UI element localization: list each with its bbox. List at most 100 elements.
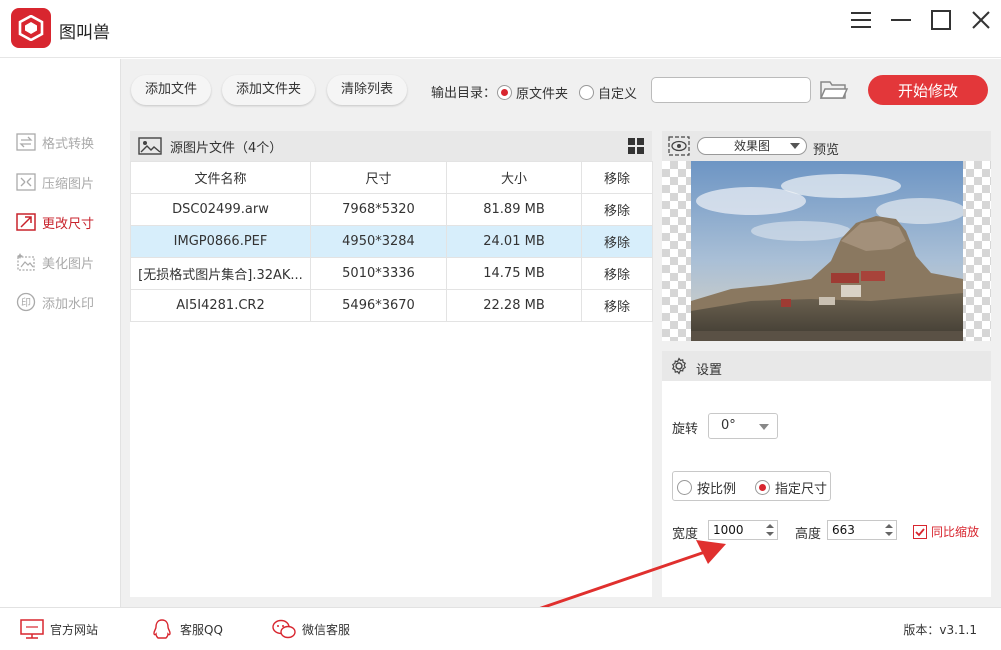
compress-icon: [16, 173, 36, 191]
file-list-panel: 源图片文件（4个） 文件名称 尺寸 大小 移除 DSC02499.arw 796…: [130, 131, 653, 597]
table-row[interactable]: [无损格式图片集合].32AK... 5010*3336 14.75 MB 移除: [130, 257, 653, 290]
checkbox-checked-icon: [913, 524, 927, 539]
table-row[interactable]: AI5I4281.CR2 5496*3670 22.28 MB 移除: [130, 289, 653, 322]
title-bar: 图叫兽: [0, 0, 1001, 58]
radio-label: 原文件夹: [516, 87, 569, 102]
website-label: 官方网站: [50, 622, 99, 637]
file-name: [无损格式图片集合].32AK...: [130, 257, 311, 290]
file-table: 文件名称 尺寸 大小 移除 DSC02499.arw 7968*5320 81.…: [130, 161, 653, 322]
col-header-size: 大小: [446, 161, 582, 194]
maximize-icon[interactable]: [923, 8, 959, 32]
file-dimensions: 5496*3670: [310, 289, 447, 322]
sidebar: 格式转换 压缩图片 更改尺寸 美化图片 印 添加水印: [0, 59, 121, 607]
keep-ratio-checkbox[interactable]: 同比缩放: [913, 523, 979, 540]
chevron-down-icon: [759, 424, 769, 430]
sidebar-item-watermark[interactable]: 印 添加水印: [16, 290, 116, 314]
remove-link[interactable]: 移除: [581, 225, 653, 258]
preview-mode-select[interactable]: 效果图: [697, 137, 807, 155]
rotate-label: 旋转: [672, 422, 699, 437]
wechat-support-link[interactable]: 微信客服: [272, 619, 350, 639]
remove-link[interactable]: 移除: [581, 193, 653, 226]
sidebar-item-label: 添加水印: [42, 296, 95, 312]
settings-title: 设置: [696, 363, 723, 378]
radio-original-folder[interactable]: 原文件夹: [497, 83, 568, 102]
preview-panel: 效果图 预览: [662, 131, 991, 341]
open-folder-icon[interactable]: [819, 78, 849, 102]
beautify-icon: [17, 253, 35, 271]
eye-icon: [668, 136, 690, 156]
remove-link[interactable]: 移除: [581, 289, 653, 322]
radio-dot: [677, 480, 692, 495]
stepper-arrows-icon[interactable]: [765, 522, 775, 538]
menu-icon[interactable]: [843, 8, 879, 32]
radio-dot: [497, 85, 512, 100]
stepper-arrows-icon[interactable]: [884, 522, 894, 538]
height-input[interactable]: [828, 521, 882, 539]
app-logo-icon: [11, 8, 51, 48]
sidebar-item-format-convert[interactable]: 格式转换: [16, 130, 116, 154]
table-row[interactable]: DSC02499.arw 7968*5320 81.89 MB 移除: [130, 193, 653, 226]
resize-mode-group: 按比例 指定尺寸: [672, 471, 831, 501]
preview-label: 预览: [813, 143, 840, 158]
output-dir-label: 输出目录：: [431, 86, 497, 101]
sidebar-item-label: 美化图片: [42, 256, 95, 272]
app-title: 图叫兽: [59, 23, 110, 43]
radio-dot: [755, 480, 770, 495]
add-folder-button[interactable]: 添加文件夹: [222, 75, 316, 105]
monitor-icon: [20, 619, 44, 639]
table-row[interactable]: IMGP0866.PEF 4950*3284 24.01 MB 移除: [130, 225, 653, 258]
chevron-down-icon: [790, 143, 800, 149]
resize-icon: [16, 213, 36, 231]
width-label: 宽度: [672, 527, 699, 542]
checkbox-label: 同比缩放: [931, 525, 980, 539]
grid-view-icon[interactable]: [628, 138, 644, 154]
radio-label: 指定尺寸: [775, 482, 828, 497]
swap-icon: [16, 133, 36, 151]
sidebar-item-resize[interactable]: 更改尺寸: [16, 210, 116, 234]
radio-label: 按比例: [697, 482, 737, 497]
image-icon: [138, 137, 162, 155]
file-size: 24.01 MB: [446, 225, 582, 258]
settings-header: 设置: [662, 351, 991, 381]
radio-specified-size[interactable]: 指定尺寸: [755, 478, 827, 497]
rotate-select[interactable]: 0°: [708, 413, 778, 439]
file-dimensions: 7968*5320: [310, 193, 447, 226]
radio-dot: [579, 85, 594, 100]
preview-header: 效果图 预览: [662, 131, 991, 161]
start-modify-button[interactable]: 开始修改: [868, 75, 988, 105]
qq-label: 客服QQ: [180, 622, 223, 637]
close-icon[interactable]: [963, 8, 999, 32]
file-size: 81.89 MB: [446, 193, 582, 226]
sidebar-item-label: 更改尺寸: [42, 216, 95, 232]
radio-custom-folder[interactable]: 自定义: [579, 83, 637, 102]
sidebar-item-beautify[interactable]: 美化图片: [16, 250, 116, 274]
col-header-remove: 移除: [581, 161, 653, 194]
gear-icon: [672, 357, 686, 375]
watermark-icon: 印: [16, 292, 36, 312]
minimize-icon[interactable]: [883, 8, 919, 32]
add-file-button[interactable]: 添加文件: [131, 75, 212, 105]
width-input[interactable]: [709, 521, 763, 539]
file-name: AI5I4281.CR2: [130, 289, 311, 322]
height-stepper[interactable]: [827, 520, 897, 540]
wechat-label: 微信客服: [302, 622, 351, 637]
file-list-title: 源图片文件（4个）: [170, 140, 283, 156]
radio-by-ratio[interactable]: 按比例: [677, 478, 736, 497]
official-website-link[interactable]: 官方网站: [20, 619, 98, 639]
col-header-name: 文件名称: [130, 161, 311, 194]
file-dimensions: 4950*3284: [310, 225, 447, 258]
support-qq-link[interactable]: 客服QQ: [150, 619, 223, 639]
status-bar: 官方网站 客服QQ 微信客服 版本：v3.1.1: [0, 607, 1001, 650]
remove-link[interactable]: 移除: [581, 257, 653, 290]
qq-icon: [153, 619, 171, 639]
width-stepper[interactable]: [708, 520, 778, 540]
clear-list-button[interactable]: 清除列表: [327, 75, 408, 105]
sidebar-item-compress[interactable]: 压缩图片: [16, 170, 116, 194]
file-name: IMGP0866.PEF: [130, 225, 311, 258]
preview-photo: [691, 161, 963, 341]
output-path-input[interactable]: [651, 77, 811, 103]
radio-label: 自定义: [598, 87, 638, 102]
svg-text:印: 印: [21, 297, 31, 309]
table-header-row: 文件名称 尺寸 大小 移除: [130, 161, 653, 194]
sidebar-item-label: 格式转换: [42, 136, 95, 152]
